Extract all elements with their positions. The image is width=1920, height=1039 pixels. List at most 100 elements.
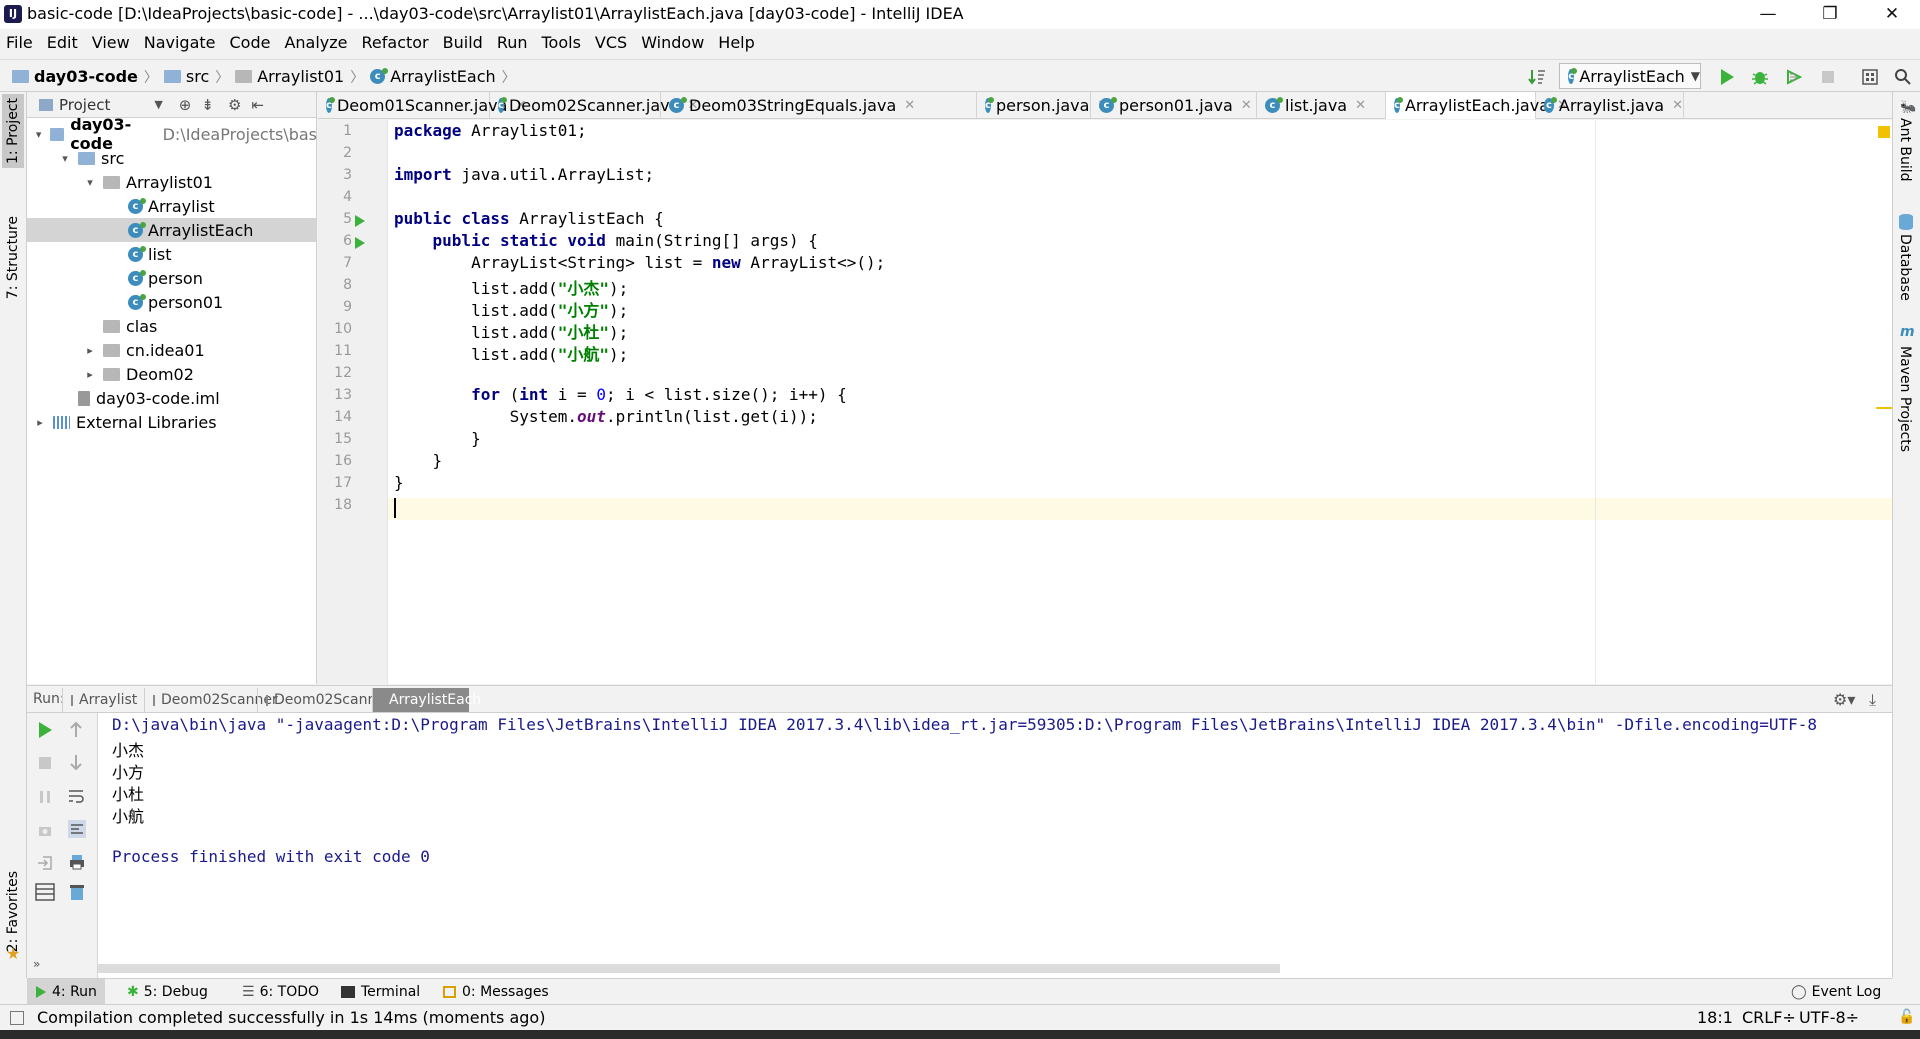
tool-tab-todo[interactable]: ☰ 6: TODO [234, 979, 327, 1005]
rerun-icon[interactable] [37, 721, 53, 739]
editor-tab[interactable]: c Deom01Scanner.java ✕ [318, 92, 526, 119]
exit-icon[interactable] [37, 855, 53, 871]
soft-wrap-icon[interactable] [67, 787, 85, 805]
settings-gear-icon[interactable]: ⚙ [228, 96, 241, 114]
breadcrumb-project[interactable]: day03-code [34, 67, 138, 86]
pause-icon[interactable] [37, 789, 53, 805]
run-icon[interactable] [1718, 68, 1736, 86]
tree-item[interactable]: c ArraylistEach [27, 218, 317, 242]
menu-tools[interactable]: Tools [535, 29, 588, 56]
scroll-down-icon[interactable] [68, 753, 84, 771]
caret-position[interactable]: 18:1 [1697, 1008, 1733, 1027]
run-tab[interactable]: Deom02Scanner [144, 688, 278, 712]
line-separator[interactable]: CRLF÷ [1742, 1008, 1796, 1027]
breadcrumb-src[interactable]: src [186, 67, 209, 86]
chevron-down-icon[interactable]: ▾ [58, 152, 72, 165]
run-with-coverage-icon[interactable] [1785, 68, 1803, 86]
breadcrumb-package[interactable]: Arraylist01 [257, 67, 344, 86]
editor-tab[interactable]: c Deom02Scanner.java ✕ [490, 92, 698, 119]
stop-icon[interactable] [37, 755, 53, 771]
debug-icon[interactable] [1751, 68, 1769, 86]
collapse-all-icon[interactable]: ⇟ [201, 96, 214, 114]
run-configuration-select[interactable]: c ArraylistEach ▼ [1559, 63, 1701, 89]
favorites-tool-tab[interactable]: 2: Favorites [2, 867, 24, 956]
menu-help[interactable]: Help [711, 29, 761, 56]
run-main-gutter-icon[interactable] [354, 236, 366, 250]
tree-item[interactable]: day03-code.iml [27, 386, 317, 410]
close-tab-icon[interactable]: ✕ [1355, 98, 1366, 113]
menu-run[interactable]: Run [490, 29, 535, 56]
ant-build-tool-tab[interactable]: Ant Build [1897, 118, 1913, 182]
inspection-status-icon[interactable] [1878, 126, 1890, 138]
run-tab[interactable]: Deom02Scanner [257, 688, 391, 712]
file-encoding[interactable]: UTF-8÷ [1799, 1008, 1859, 1027]
close-tab-icon[interactable]: ✕ [904, 98, 915, 113]
status-message[interactable]: Compilation completed successfully in 1s… [37, 1008, 545, 1027]
menu-file[interactable]: File [0, 29, 40, 56]
editor-tab[interactable]: c Arraylist.java ✕ [1536, 92, 1684, 119]
restore-button[interactable]: ❐ [1802, 0, 1858, 29]
event-log-button[interactable]: ◯ Event Log [1783, 979, 1889, 1005]
chevron-right-icon[interactable]: ▸ [83, 344, 97, 357]
editor-tab[interactable]: cperson.java✕ [977, 92, 1108, 119]
horizontal-scrollbar[interactable] [98, 964, 1280, 973]
chevron-down-icon[interactable]: ▼ [154, 98, 162, 111]
run-tab[interactable]: Arraylist [62, 688, 144, 712]
close-tab-icon[interactable]: ✕ [1672, 98, 1683, 113]
scroll-up-icon[interactable] [68, 721, 84, 739]
menu-refactor[interactable]: Refactor [355, 29, 436, 56]
hide-panel-icon[interactable]: ⤓ [1869, 690, 1876, 710]
menu-view[interactable]: View [85, 29, 137, 56]
menu-window[interactable]: Window [634, 29, 711, 56]
menu-vcs[interactable]: VCS [588, 29, 634, 56]
code-editor[interactable]: package Arraylist01; import java.util.Arr… [388, 120, 1892, 684]
scroll-to-end-icon[interactable] [67, 819, 87, 839]
run-class-gutter-icon[interactable] [354, 214, 366, 228]
close-tab-icon[interactable]: ✕ [1241, 98, 1252, 113]
print-icon[interactable] [68, 853, 86, 871]
database-tool-tab[interactable]: Database [1897, 234, 1913, 301]
menu-edit[interactable]: Edit [40, 29, 85, 56]
editor-tab[interactable]: c list.java ✕ [1257, 92, 1386, 119]
warning-stripe-marker[interactable] [1876, 407, 1892, 409]
scroll-from-source-icon[interactable]: ⊕ [179, 96, 192, 114]
chevron-right-icon[interactable]: ▸ [33, 416, 47, 429]
project-tool-tab[interactable]: 1: Project [2, 94, 24, 168]
stop-icon[interactable] [1819, 68, 1837, 86]
more-icon[interactable]: » [33, 957, 40, 971]
tree-item[interactable]: ▾ Arraylist01 [27, 170, 317, 194]
tool-tab-run[interactable]: 4: Run [27, 979, 105, 1005]
editor-tab[interactable]: c ArraylistEach.java ✕ [1386, 92, 1568, 119]
lock-icon[interactable]: 🔓 [1898, 1009, 1915, 1025]
project-panel-title[interactable]: Project [59, 96, 110, 114]
search-icon[interactable] [1894, 68, 1912, 86]
project-structure-icon[interactable] [1861, 68, 1879, 86]
tree-item[interactable]: c person [27, 266, 317, 290]
toggle-tool-windows-icon[interactable] [10, 1011, 24, 1025]
tree-item[interactable]: ▾ src [27, 146, 317, 170]
tree-item[interactable]: ▸ Deom02 [27, 362, 317, 386]
run-tab[interactable]: ArraylistEach [372, 688, 481, 712]
menu-analyze[interactable]: Analyze [277, 29, 354, 56]
close-button[interactable]: ✕ [1864, 0, 1920, 29]
tree-item[interactable]: c Arraylist [27, 194, 317, 218]
breadcrumb-file[interactable]: ArraylistEach [390, 67, 495, 86]
editor-tab[interactable]: c Deom03StringEquals.java ✕ [661, 92, 977, 119]
layout-icon[interactable] [35, 883, 55, 901]
menu-navigate[interactable]: Navigate [137, 29, 223, 56]
menu-code[interactable]: Code [223, 29, 278, 56]
structure-tool-tab[interactable]: 7: Structure [2, 212, 24, 303]
tool-tab-terminal[interactable]: Terminal [333, 979, 428, 1005]
minimize-button[interactable]: — [1740, 0, 1796, 29]
tool-tab-debug[interactable]: ✱ 5: Debug [119, 979, 216, 1005]
menu-build[interactable]: Build [436, 29, 490, 56]
tree-item[interactable]: ▸ cn.idea01 [27, 338, 317, 362]
tree-item[interactable]: ▸ External Libraries [27, 410, 317, 434]
sort-down-icon[interactable] [1528, 68, 1546, 86]
tree-item[interactable]: clas [27, 314, 317, 338]
dump-threads-icon[interactable] [37, 823, 53, 839]
maven-projects-tool-tab[interactable]: Maven Projects [1897, 346, 1913, 452]
run-console[interactable]: D:\java\bin\java "-javaagent:D:\Program … [98, 713, 1892, 978]
tree-item[interactable]: ▾ day03-code D:\IdeaProjects\bas [27, 115, 317, 153]
chevron-down-icon[interactable]: ▾ [83, 176, 97, 189]
